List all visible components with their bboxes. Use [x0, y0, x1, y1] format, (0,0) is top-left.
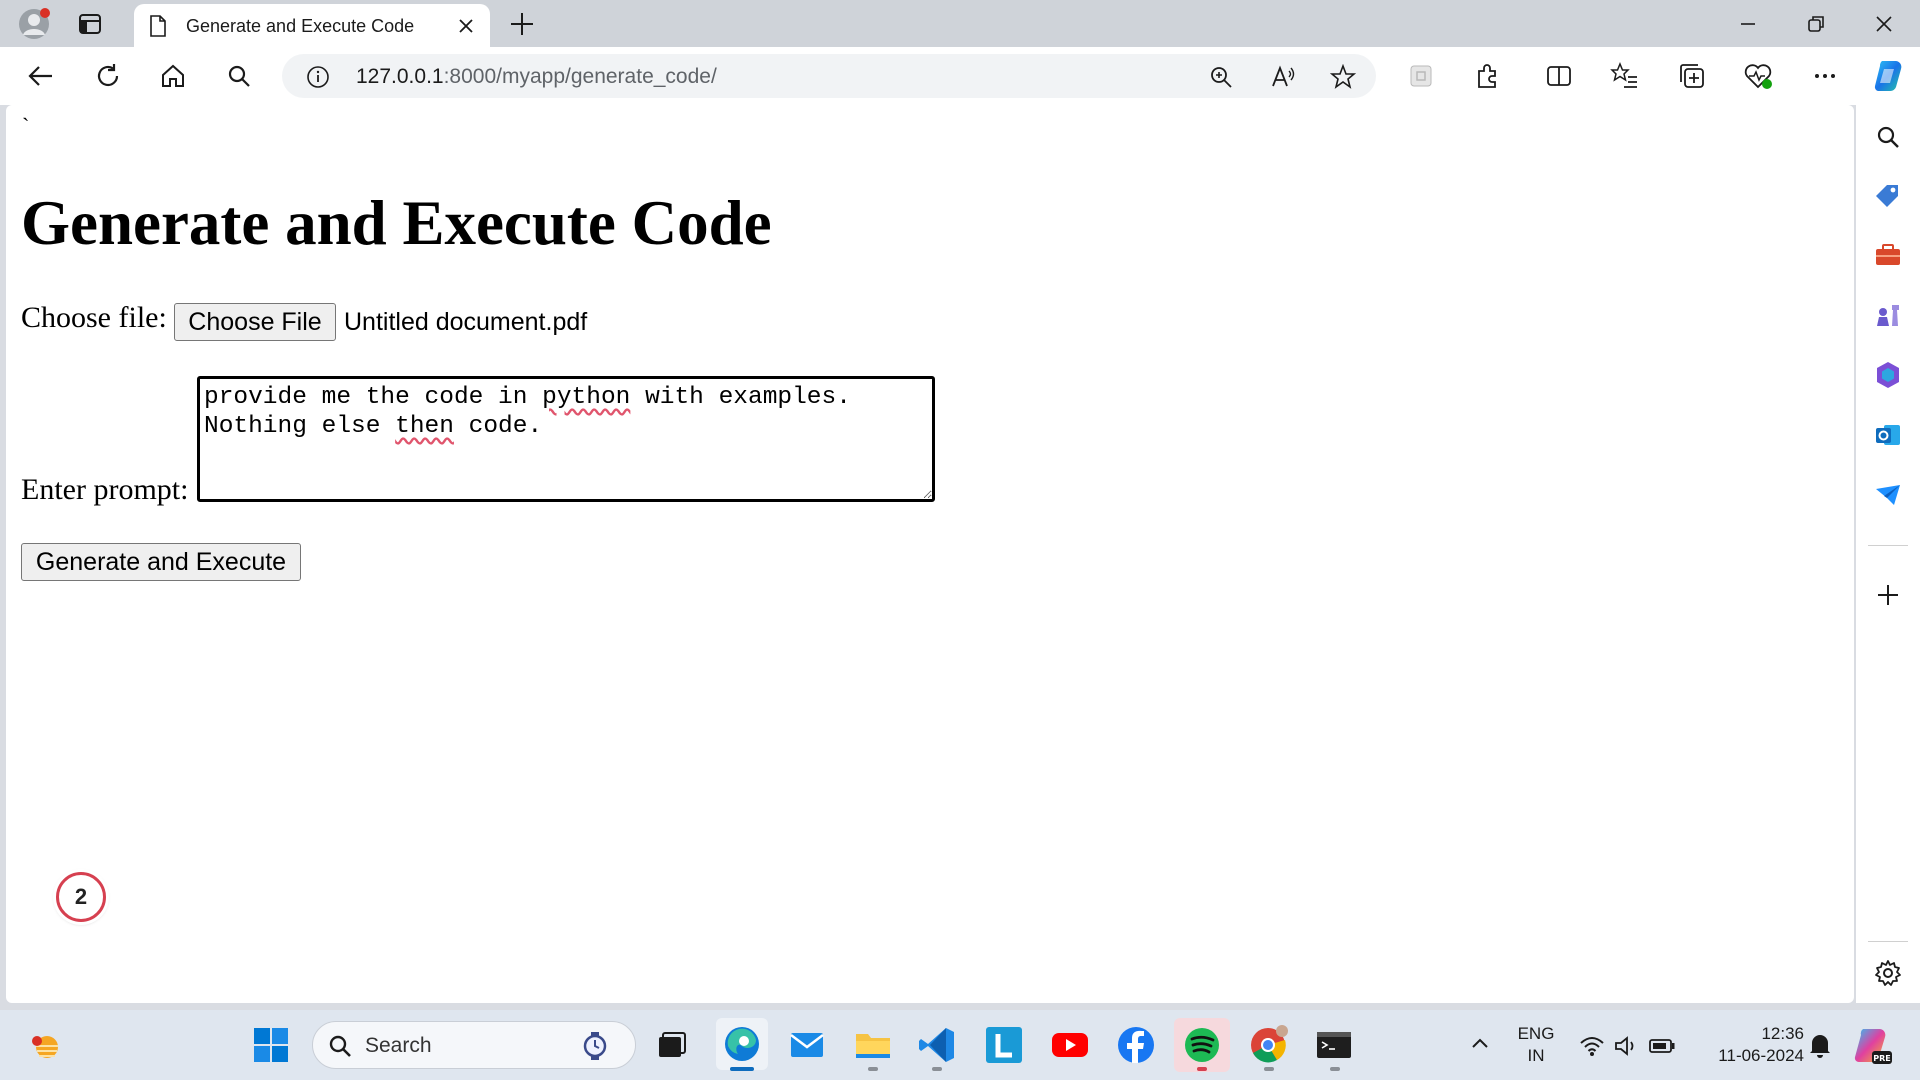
- edge-active-indicator: [730, 1067, 754, 1071]
- refresh-icon[interactable]: [93, 61, 123, 91]
- new-tab-icon[interactable]: [508, 10, 536, 38]
- terminal-running-indicator: [1330, 1067, 1340, 1071]
- notification-count-badge[interactable]: 2: [56, 872, 106, 922]
- copilot-icon[interactable]: [1870, 57, 1908, 95]
- search-icon[interactable]: [224, 61, 254, 91]
- prompt-text-misspelled: python: [542, 384, 631, 411]
- battery-icon[interactable]: [1648, 1032, 1676, 1060]
- prompt-text-misspelled: then: [395, 413, 454, 440]
- show-hidden-icons-chevron-icon[interactable]: [1466, 1030, 1494, 1058]
- read-aloud-icon[interactable]: [1270, 64, 1296, 90]
- clock[interactable]: 12:36 11-06-2024: [1694, 1023, 1804, 1067]
- facebook-icon[interactable]: [1115, 1024, 1157, 1066]
- active-tab[interactable]: Generate and Execute Code: [134, 4, 490, 47]
- mail-icon[interactable]: [786, 1024, 828, 1066]
- prompt-text: provide me the code in: [204, 384, 543, 411]
- page-viewport: ` Generate and Execute Code Choose file:…: [6, 105, 1854, 1003]
- sidebar-divider: [1868, 941, 1908, 942]
- file-label: Choose file:: [21, 301, 167, 334]
- language-indicator[interactable]: ENG IN: [1514, 1023, 1558, 1067]
- prompt-label: Enter prompt:: [21, 473, 189, 506]
- windows-taskbar: Search ENG IN 12:36 11-06-2024 PRE: [0, 1010, 1920, 1080]
- games-chess-icon[interactable]: [1872, 299, 1904, 331]
- sidebar-search-icon[interactable]: [1872, 121, 1904, 153]
- youtube-icon[interactable]: [1049, 1024, 1091, 1066]
- outlook-icon[interactable]: [1872, 419, 1904, 451]
- clock-date: 11-06-2024: [1718, 1046, 1804, 1065]
- more-options-icon[interactable]: [1810, 61, 1840, 91]
- send-telegram-icon[interactable]: [1872, 479, 1904, 511]
- selected-file-name: Untitled document.pdf: [344, 308, 588, 336]
- prompt-text: code.: [453, 413, 543, 440]
- taskbar-search-box[interactable]: Search: [312, 1021, 636, 1069]
- site-info-icon[interactable]: [306, 65, 330, 89]
- vscode-icon[interactable]: [916, 1024, 958, 1066]
- volume-icon[interactable]: [1612, 1032, 1640, 1060]
- shopping-tag-icon[interactable]: [1872, 179, 1904, 211]
- tools-briefcase-icon[interactable]: [1872, 239, 1904, 271]
- notification-bell-icon[interactable]: [1806, 1030, 1834, 1060]
- weather-widget-icon[interactable]: [26, 1024, 68, 1066]
- url-text[interactable]: 127.0.0.1:8000/myapp/generate_code/: [356, 65, 717, 89]
- microsoft-365-icon[interactable]: [1872, 359, 1904, 391]
- profile-avatar-icon[interactable]: [18, 8, 50, 40]
- copilot-preview-taskbar-icon[interactable]: PRE: [1850, 1024, 1894, 1068]
- language-code: ENG: [1517, 1024, 1555, 1043]
- language-region: IN: [1527, 1046, 1545, 1065]
- taskbar-search-placeholder: Search: [365, 1034, 432, 1057]
- tab-title: Generate and Execute Code: [186, 16, 415, 36]
- search-highlight-watch-icon: [579, 1030, 611, 1062]
- spotify-taskbar-icon[interactable]: [1174, 1018, 1230, 1072]
- chrome-icon[interactable]: [1247, 1024, 1289, 1066]
- split-screen-icon[interactable]: [1544, 61, 1574, 91]
- prompt-textarea[interactable]: provide me the code in python with examp…: [197, 376, 935, 502]
- spotify-running-indicator: [1197, 1067, 1207, 1071]
- tab-actions-icon[interactable]: [76, 10, 104, 38]
- extensions-icon[interactable]: [1472, 61, 1502, 91]
- explorer-running-indicator: [868, 1067, 878, 1071]
- edge-sidebar: [1856, 105, 1920, 1003]
- address-bar[interactable]: 127.0.0.1:8000/myapp/generate_code/: [282, 54, 1376, 98]
- sidebar-settings-gear-icon[interactable]: [1872, 957, 1904, 989]
- url-host: 127.0.0.1: [356, 65, 444, 88]
- zoom-icon[interactable]: [1208, 64, 1234, 90]
- terminal-icon[interactable]: [1313, 1024, 1355, 1066]
- browser-essentials-icon[interactable]: [1743, 61, 1773, 91]
- vscode-running-indicator: [932, 1067, 942, 1071]
- url-path: :8000/myapp/generate_code/: [443, 65, 717, 88]
- sidebar-divider: [1868, 545, 1908, 546]
- generate-and-execute-button[interactable]: Generate and Execute: [21, 543, 301, 581]
- close-tab-icon[interactable]: [456, 16, 476, 36]
- minimize-icon[interactable]: [1732, 8, 1764, 40]
- clock-time: 12:36: [1761, 1024, 1804, 1043]
- choose-file-button[interactable]: Choose File: [174, 303, 336, 341]
- favorites-icon[interactable]: [1610, 61, 1640, 91]
- edge-taskbar-icon[interactable]: [716, 1018, 768, 1070]
- svg-text:PRE: PRE: [1873, 1054, 1891, 1063]
- close-window-icon[interactable]: [1868, 8, 1900, 40]
- page-icon: [148, 15, 168, 37]
- chrome-running-indicator: [1264, 1067, 1274, 1071]
- file-explorer-icon[interactable]: [852, 1024, 894, 1066]
- add-sidebar-app-icon[interactable]: [1872, 579, 1904, 611]
- tab-strip: Generate and Execute Code: [0, 0, 1920, 47]
- task-view-icon[interactable]: [650, 1024, 692, 1066]
- page-title: Generate and Execute Code: [21, 188, 772, 258]
- home-icon[interactable]: [158, 61, 188, 91]
- taskbar-search-icon: [327, 1033, 353, 1059]
- l-app-icon[interactable]: [983, 1024, 1025, 1066]
- favorite-star-icon[interactable]: [1329, 63, 1357, 90]
- restore-icon[interactable]: [1800, 8, 1832, 40]
- browser-toolbar: 127.0.0.1:8000/myapp/generate_code/: [0, 47, 1920, 105]
- stray-character: `: [22, 113, 30, 138]
- wifi-icon[interactable]: [1578, 1032, 1606, 1060]
- windows-start-icon[interactable]: [250, 1024, 292, 1066]
- back-icon[interactable]: [26, 61, 56, 91]
- collections-icon[interactable]: [1677, 61, 1707, 91]
- extension-disabled-icon[interactable]: [1406, 61, 1436, 91]
